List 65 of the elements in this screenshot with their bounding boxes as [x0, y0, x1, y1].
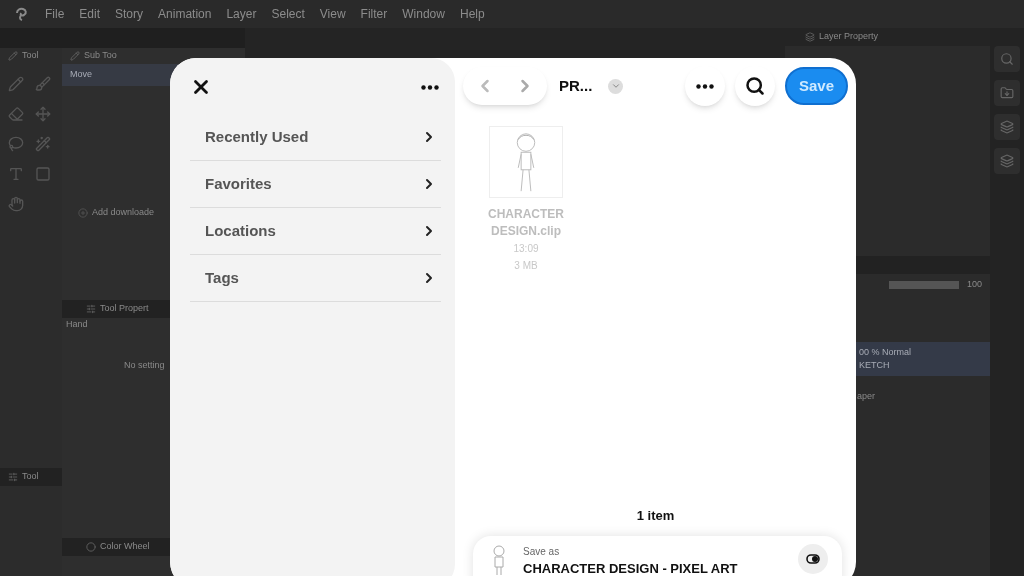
- opacity-bar[interactable]: [888, 281, 959, 289]
- color-wheel-icon: [86, 542, 96, 552]
- sidebar-item[interactable]: Locations: [190, 208, 441, 255]
- menu-item[interactable]: Layer: [226, 5, 257, 23]
- more-icon: [695, 83, 714, 89]
- menu-item[interactable]: Help: [459, 5, 485, 23]
- folder-icon: [1000, 86, 1014, 100]
- tool-icon[interactable]: [8, 106, 24, 122]
- tool-icon[interactable]: [35, 136, 51, 152]
- search-icon: [744, 76, 765, 96]
- pencil-icon: [8, 51, 18, 61]
- file-name-field[interactable]: CHARACTER DESIGN - PIXEL ART: [523, 559, 786, 576]
- panel-tab[interactable]: Sub Too: [84, 49, 117, 63]
- sidebar-toolbar-button[interactable]: [994, 46, 1020, 72]
- app-logo-icon[interactable]: [14, 6, 30, 22]
- sidebar-item[interactable]: Tags: [190, 255, 441, 302]
- menu-item[interactable]: Story: [115, 5, 144, 23]
- tool-icon[interactable]: [8, 196, 24, 212]
- menu-item[interactable]: Edit: [79, 5, 101, 23]
- tool-icon[interactable]: [8, 166, 24, 182]
- more-button[interactable]: [684, 66, 725, 106]
- menu-item[interactable]: Animation: [158, 5, 212, 23]
- tool-icon[interactable]: [35, 106, 51, 122]
- sliders-icon: [86, 303, 96, 314]
- layer-row[interactable]: 00 % Normal KETCH: [855, 342, 990, 376]
- sliders-icon: [8, 472, 18, 482]
- file-name: CHARACTER DESIGN.clip: [487, 206, 565, 240]
- opacity-value[interactable]: 100: [966, 278, 982, 292]
- tool-icon[interactable]: [35, 76, 51, 92]
- tool-name: Hand: [65, 317, 89, 331]
- menu-item[interactable]: File: [45, 5, 65, 23]
- toggle-button[interactable]: [798, 544, 828, 574]
- chevron-down-icon: [610, 81, 621, 91]
- toggle-icon: [806, 554, 820, 564]
- empty-message: No setting: [123, 359, 166, 372]
- add-icon[interactable]: [78, 207, 88, 218]
- sidebar-item[interactable]: Favorites: [190, 161, 441, 208]
- tool-icon[interactable]: [8, 136, 24, 152]
- sidebar-toolbar-button[interactable]: [994, 114, 1020, 140]
- layer-mode: 00 % Normal: [859, 345, 913, 359]
- folder-title[interactable]: PR...: [559, 74, 593, 98]
- add-link[interactable]: Add downloade: [92, 206, 155, 220]
- search-icon: [1000, 52, 1014, 66]
- layers-icon: [1000, 154, 1014, 168]
- menu-item[interactable]: Window: [402, 5, 445, 23]
- layer-name: KETCH: [859, 359, 891, 372]
- search-button[interactable]: [734, 66, 775, 106]
- tool-icon[interactable]: [8, 76, 24, 92]
- panel-tab[interactable]: Tool: [22, 49, 39, 63]
- sidebar-toolbar-button[interactable]: [994, 148, 1020, 174]
- pencil-icon: [70, 51, 80, 61]
- menu-item[interactable]: View: [319, 5, 346, 23]
- layers-icon: [805, 32, 815, 42]
- sidebar-toolbar-button[interactable]: [994, 80, 1020, 106]
- tool-icon[interactable]: [35, 166, 51, 182]
- more-icon[interactable]: [421, 84, 439, 90]
- layer-name: aper: [857, 390, 876, 403]
- layers-icon: [1000, 120, 1014, 134]
- item-count: 1 item: [635, 507, 676, 525]
- dropdown-button[interactable]: [608, 78, 624, 94]
- save-as-label: Save as: [523, 545, 561, 559]
- menu-item[interactable]: Filter: [360, 5, 388, 23]
- menu-item[interactable]: Select: [271, 5, 305, 23]
- save-button[interactable]: Save: [784, 67, 848, 105]
- sidebar-item[interactable]: Recently Used: [190, 114, 441, 161]
